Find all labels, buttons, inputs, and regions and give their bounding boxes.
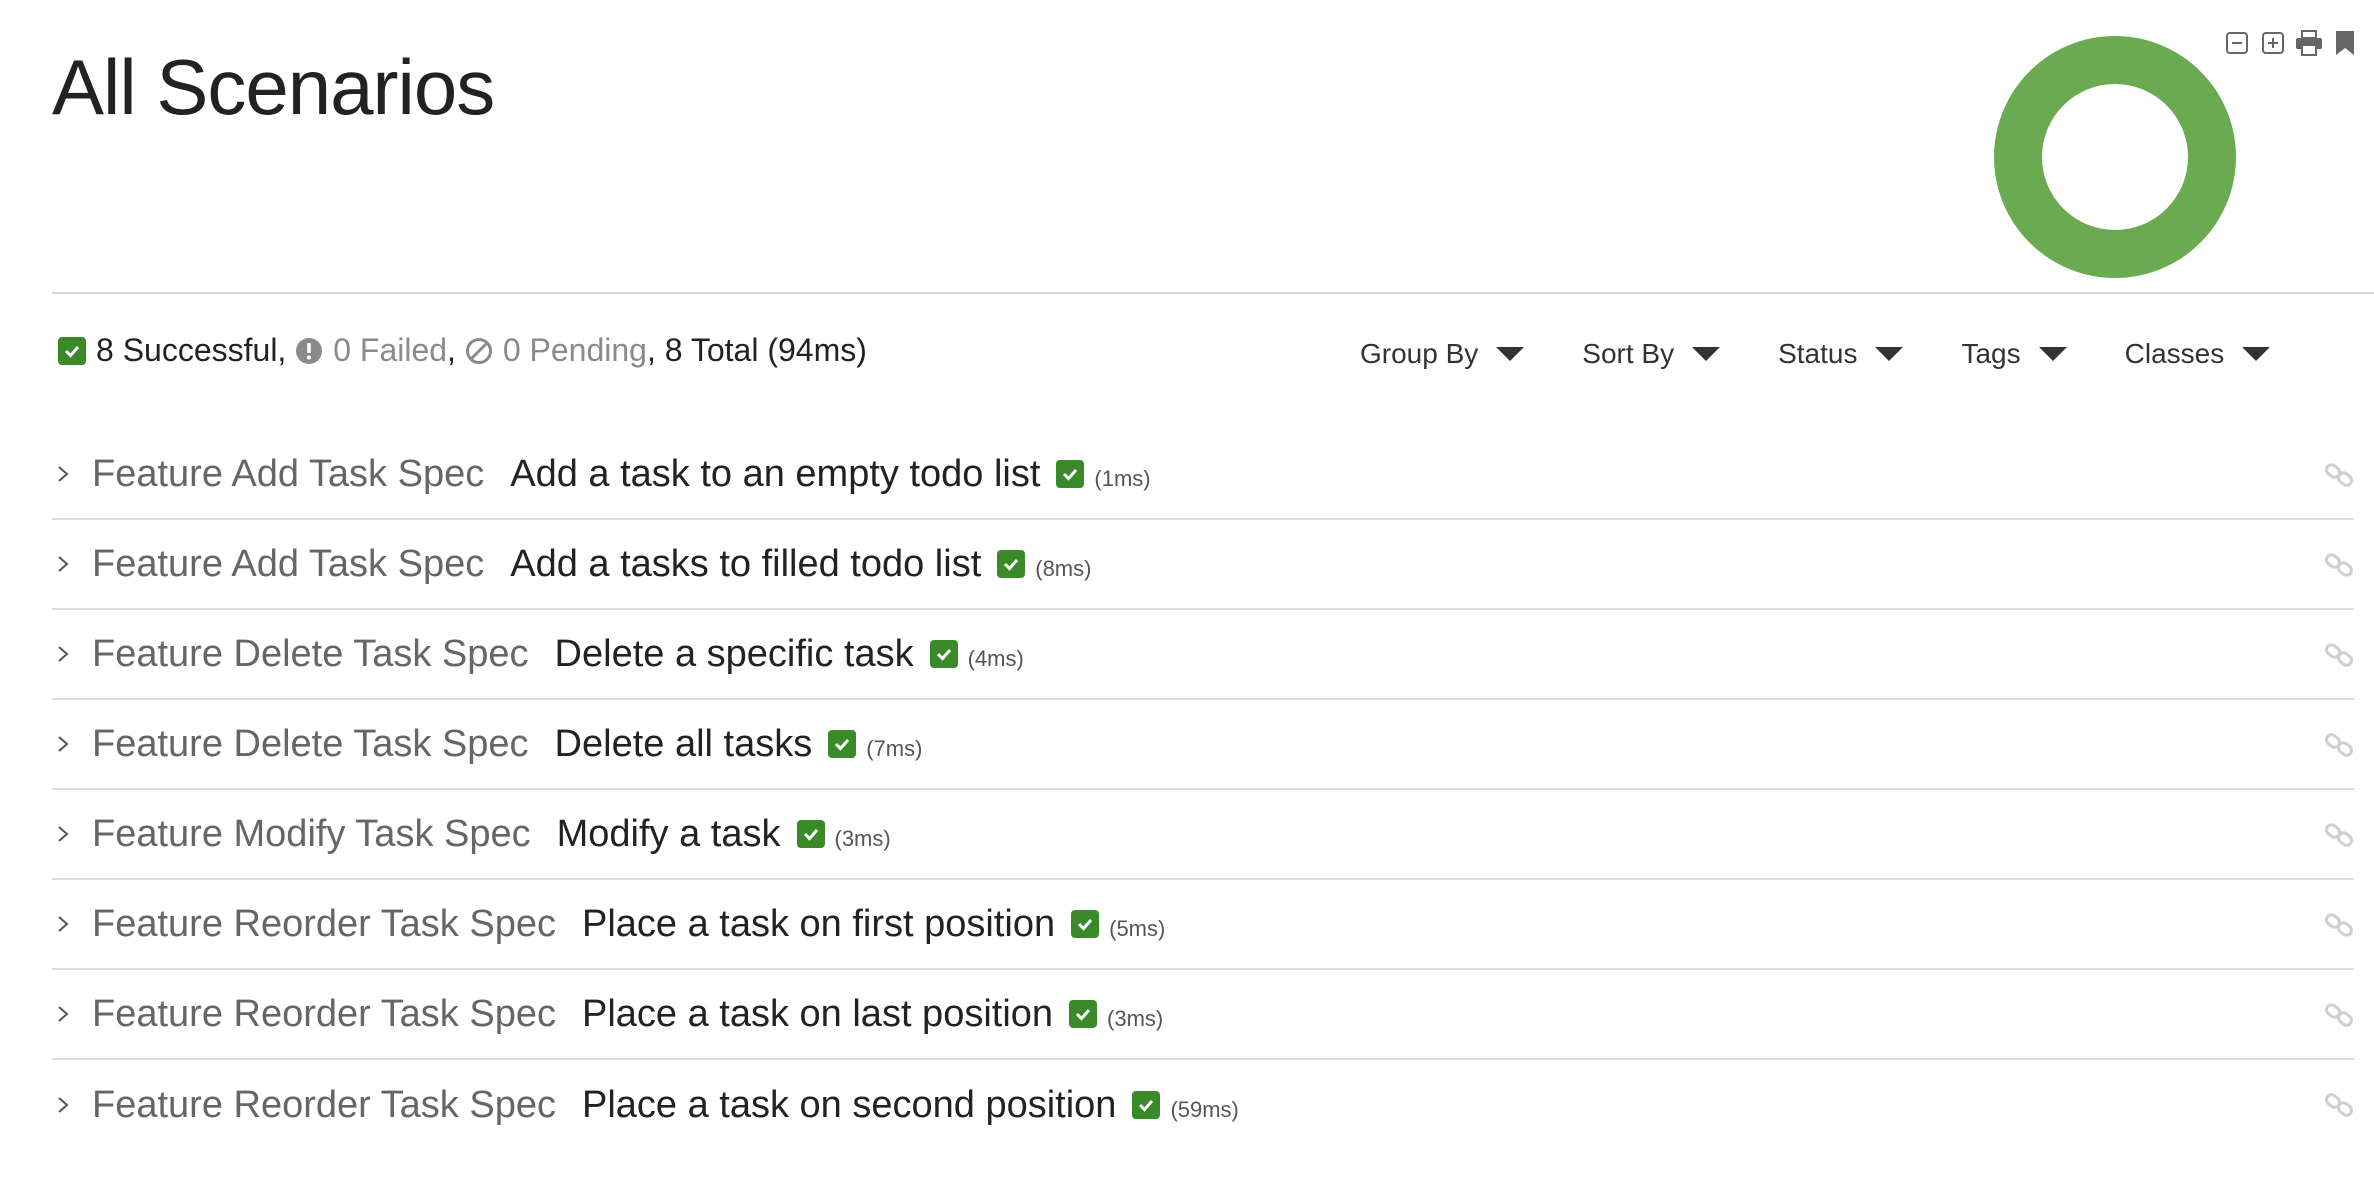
feature-name: Feature Reorder Task Spec [92,1083,556,1126]
success-check-icon [58,336,86,365]
total-count: 8 Total (94ms) [664,332,867,368]
scenario-row[interactable]: Feature Reorder Task Spec Place a task o… [52,1060,2354,1150]
success-check-icon [796,820,825,848]
pending-icon [465,337,493,365]
feature-name: Feature Modify Task Spec [92,812,531,855]
header-divider [52,292,2374,294]
link-icon[interactable] [2324,730,2354,760]
scenario-name: Place a task on last position [581,992,1054,1035]
scenario-duration: (4ms) [967,646,1024,671]
report-toolbar [2222,28,2360,58]
filter-bar: Group By Sort By Status Tags Classes [1360,338,2271,370]
chevron-right-icon[interactable] [54,825,72,843]
summary-separator: , [277,332,287,368]
caret-down-icon [1692,347,1721,361]
status-dropdown[interactable]: Status [1778,338,1904,370]
scenario-row[interactable]: Feature Reorder Task Spec Place a task o… [52,880,2354,970]
failed-count: 0 Failed [333,332,448,368]
status-label: Status [1778,338,1858,369]
scenario-duration: (3ms) [834,826,891,851]
success-check-icon [828,730,857,758]
sort-by-label: Sort By [1582,338,1675,369]
scenario-row[interactable]: Feature Add Task Spec Add a tasks to fil… [52,520,2354,610]
link-icon[interactable] [2324,460,2354,490]
failed-icon [295,337,323,365]
link-icon[interactable] [2324,640,2354,670]
scenario-name: Add a task to an empty todo list [510,452,1041,495]
chevron-right-icon[interactable] [54,555,72,573]
success-check-icon [1071,910,1100,938]
scenario-name: Add a tasks to filled todo list [510,542,982,585]
caret-down-icon [1875,347,1904,361]
scenario-name: Delete all tasks [554,722,813,765]
scenario-name: Modify a task [556,812,781,855]
tags-label: Tags [1961,338,2021,369]
successful-count: 8 Successful [96,332,278,368]
status-donut-chart [1994,36,2236,278]
scenario-row[interactable]: Feature Modify Task Spec Modify a task (… [52,790,2354,880]
expand-all-icon[interactable] [2258,28,2288,58]
feature-name: Feature Delete Task Spec [92,722,529,765]
chevron-right-icon[interactable] [54,1096,72,1114]
scenario-duration: (3ms) [1107,1006,1164,1031]
feature-name: Feature Delete Task Spec [92,632,529,675]
scenario-name: Place a task on first position [581,902,1056,945]
scenario-duration: (1ms) [1094,466,1151,491]
group-by-label: Group By [1360,338,1479,369]
link-icon[interactable] [2324,820,2354,850]
success-check-icon [929,640,958,668]
summary-separator: , [447,332,456,368]
scenario-row[interactable]: Feature Reorder Task Spec Place a task o… [52,970,2354,1060]
chevron-right-icon[interactable] [54,735,72,753]
scenario-duration: (8ms) [1035,556,1092,581]
link-icon[interactable] [2324,1090,2354,1120]
success-check-icon [1069,1000,1098,1028]
feature-name: Feature Reorder Task Spec [92,902,556,945]
summary-separator: , [646,332,656,368]
caret-down-icon [1496,347,1525,361]
success-check-icon [997,550,1026,578]
chevron-right-icon[interactable] [54,1005,72,1023]
chevron-right-icon[interactable] [54,915,72,933]
classes-label: Classes [2124,338,2225,369]
scenario-row[interactable]: Feature Delete Task Spec Delete all task… [52,700,2354,790]
bookmark-icon[interactable] [2330,28,2360,58]
feature-name: Feature Add Task Spec [92,452,485,495]
scenario-duration: (5ms) [1109,916,1166,941]
link-icon[interactable] [2324,910,2354,940]
caret-down-icon [2242,347,2271,361]
caret-down-icon [2038,347,2067,361]
tags-dropdown[interactable]: Tags [1961,338,2067,370]
classes-dropdown[interactable]: Classes [2125,338,2271,370]
scenario-name: Delete a specific task [554,632,914,675]
scenario-duration: (7ms) [866,736,923,761]
link-icon[interactable] [2324,550,2354,580]
feature-name: Feature Reorder Task Spec [92,992,556,1035]
scenario-list: Feature Add Task Spec Add a task to an e… [52,430,2354,1150]
chevron-right-icon[interactable] [54,465,72,483]
success-check-icon [1056,460,1085,488]
pending-count: 0 Pending [502,332,647,368]
donut-success-segment [1994,36,2236,278]
scenario-name: Place a task on second position [581,1083,1117,1126]
chevron-right-icon[interactable] [54,645,72,663]
print-icon[interactable] [2294,28,2324,58]
scenario-duration: (59ms) [1170,1097,1239,1122]
success-check-icon [1132,1091,1161,1119]
group-by-dropdown[interactable]: Group By [1360,338,1525,370]
scenario-row[interactable]: Feature Delete Task Spec Delete a specif… [52,610,2354,700]
summary-bar: 8 Successful, 0 Failed, 0 Pending, 8 Tot… [58,332,867,369]
sort-by-dropdown[interactable]: Sort By [1582,338,1721,370]
feature-name: Feature Add Task Spec [92,542,485,585]
scenario-row[interactable]: Feature Add Task Spec Add a task to an e… [52,430,2354,520]
link-icon[interactable] [2324,1000,2354,1030]
page-title: All Scenarios [52,43,495,131]
